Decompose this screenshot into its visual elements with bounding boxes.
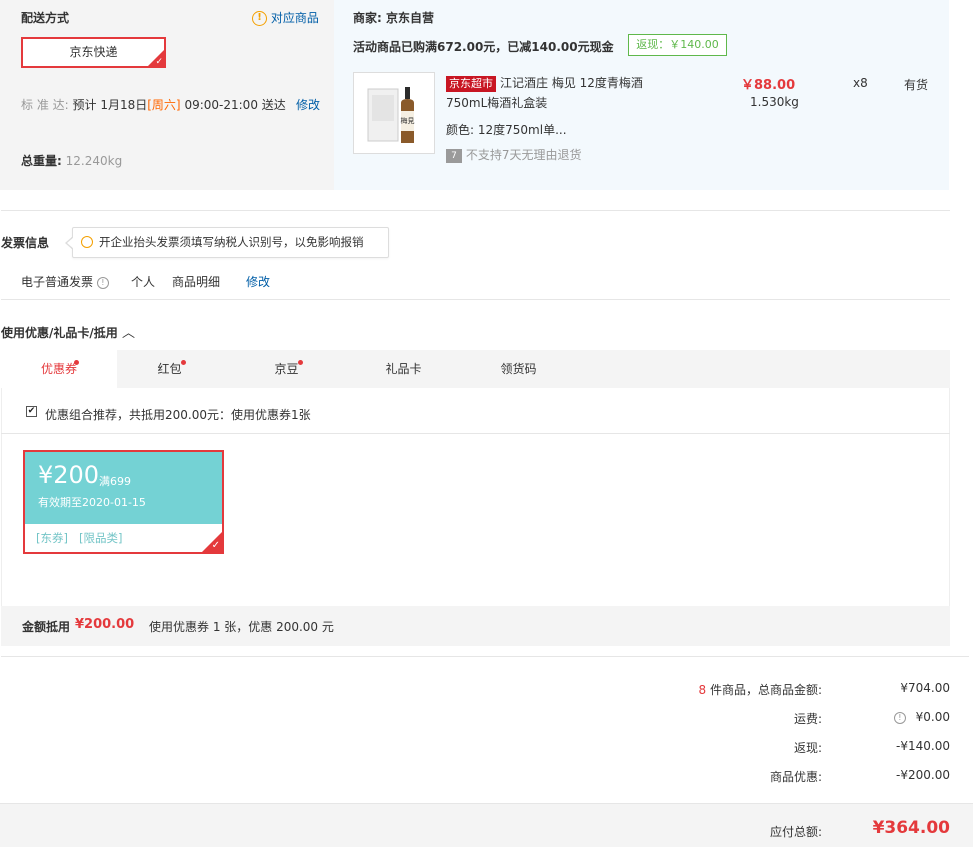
invoice-owner: 个人 (131, 275, 156, 289)
divider (1, 656, 969, 657)
invoice-modify-link[interactable]: 修改 (246, 273, 270, 290)
no-return-icon: 7 (446, 148, 462, 163)
shipping-amount: ! ¥0.00 (850, 710, 950, 724)
product-weight: 1.530kg (750, 95, 799, 109)
discount-tabs: 优惠券 红包 京豆 礼品卡 领货码 (1, 350, 950, 388)
recommend-checkbox[interactable]: ✔ (26, 406, 37, 417)
chevron-up-icon: ︿ (121, 326, 135, 341)
tip-arrow-inner (67, 237, 74, 249)
svg-text:梅見: 梅見 (401, 116, 415, 125)
delivery-modify-link[interactable]: 修改 (296, 96, 320, 113)
warning-icon: ! (252, 11, 267, 26)
coupon-header: ¥200 满699 有效期至2020-01-15 (25, 452, 222, 524)
discount-label: 商品优惠: (769, 770, 822, 784)
weekday: [周六] (147, 98, 181, 112)
invoice-type: 电子普通发票 ! (21, 273, 109, 290)
new-dot (298, 360, 303, 365)
coupon-amount: ¥200 (38, 461, 100, 489)
info-icon[interactable]: ! (893, 711, 906, 724)
delivery-title: 配送方式 (21, 11, 70, 25)
check-icon: ✓ (211, 540, 220, 551)
coupon-tag-jd: [东券] (36, 531, 68, 545)
discount-summary: 金额抵用 ¥200.00 使用优惠券 1 张，优惠 200.00 元 (1, 606, 950, 646)
delivery-estimate: 标 准 达: 预计 1月18日[周六] 09:00-21:00 送达 (21, 98, 286, 112)
shipping-method-label: 京东快递 (69, 45, 118, 59)
total-weight: 总重量: 12.240kg (21, 154, 123, 168)
jd-supermarket-tag: 京东超市 (446, 76, 496, 92)
invoice-title: 发票信息 (1, 236, 50, 250)
coupon-tag-category: [限品类] (79, 531, 123, 545)
fanxian-badge: 返现：￥140.00 (628, 34, 727, 56)
fanxian-amount: -¥140.00 (896, 739, 950, 753)
product-name-line2[interactable]: 750mL梅酒礼盒装 (446, 94, 547, 111)
tab-redeem-code[interactable]: 领货码 (466, 350, 571, 388)
coupon-condition: 满699 (99, 475, 131, 488)
return-policy: 7 不支持7天无理由退货 (446, 146, 581, 163)
coupon-card[interactable]: ¥200 满699 有效期至2020-01-15 [东券] [限品类] ✓ (23, 450, 224, 554)
product-name-line1[interactable]: 京东超市 江记酒庄 梅见 12度青梅酒 (446, 74, 643, 92)
divider (1, 433, 950, 434)
tab-jd-beans[interactable]: 京豆 (234, 350, 339, 388)
info-icon[interactable]: ! (96, 276, 109, 289)
invoice-content: 商品明细 (172, 275, 221, 289)
goods-amount: ¥704.00 (900, 681, 950, 695)
goods-count-label: 8 件商品，总商品金额: (698, 683, 822, 697)
whisky-bottle-icon: 梅見 (367, 87, 415, 143)
tab-coupons[interactable]: 优惠券 (1, 350, 117, 388)
summary-detail: 使用优惠券 1 张，优惠 200.00 元 (149, 620, 334, 634)
divider (1, 299, 950, 300)
coupon-expiry: 有效期至2020-01-15 (38, 496, 146, 509)
lightbulb-icon (81, 236, 93, 248)
tab-red-packets[interactable]: 红包 (117, 350, 222, 388)
promo-text: 活动商品已购满672.00元，已减140.00元现金 (353, 40, 614, 54)
check-icon: ✓ (155, 57, 163, 67)
tab-gift-card[interactable]: 礼品卡 (351, 350, 456, 388)
new-dot (181, 360, 186, 365)
invoice-tip: 开企业抬头发票须填写纳税人识别号，以免影响报销 (72, 227, 389, 258)
product-thumbnail[interactable]: 梅見 (353, 72, 435, 154)
payable-bar: 应付总额: ¥364.00 (0, 803, 973, 847)
match-products-link[interactable]: ! 对应商品 (252, 9, 319, 26)
payable-amount: ¥364.00 (872, 818, 950, 838)
divider (1, 210, 950, 211)
fanxian-label: 返现: (793, 741, 822, 755)
shipping-method-option[interactable]: 京东快递 ✓ (21, 37, 166, 68)
stock-status: 有货 (904, 78, 929, 92)
shipping-label: 运费: (793, 712, 822, 726)
discount-toggle[interactable]: 使用优惠/礼品卡/抵用 ︿ (1, 322, 135, 341)
payable-label: 应付总额: (769, 825, 822, 839)
discount-amount: -¥200.00 (896, 768, 950, 782)
product-color: 颜色: 12度750ml单... (446, 123, 567, 137)
recommend-text: 优惠组合推荐，共抵用200.00元：使用优惠券1张 (45, 408, 311, 422)
new-dot (74, 360, 79, 365)
product-price: ￥88.00 (741, 78, 796, 93)
merchant-name: 商家: 京东自营 (353, 11, 435, 25)
product-quantity: x8 (853, 76, 868, 90)
summary-amount: ¥200.00 (75, 617, 135, 632)
